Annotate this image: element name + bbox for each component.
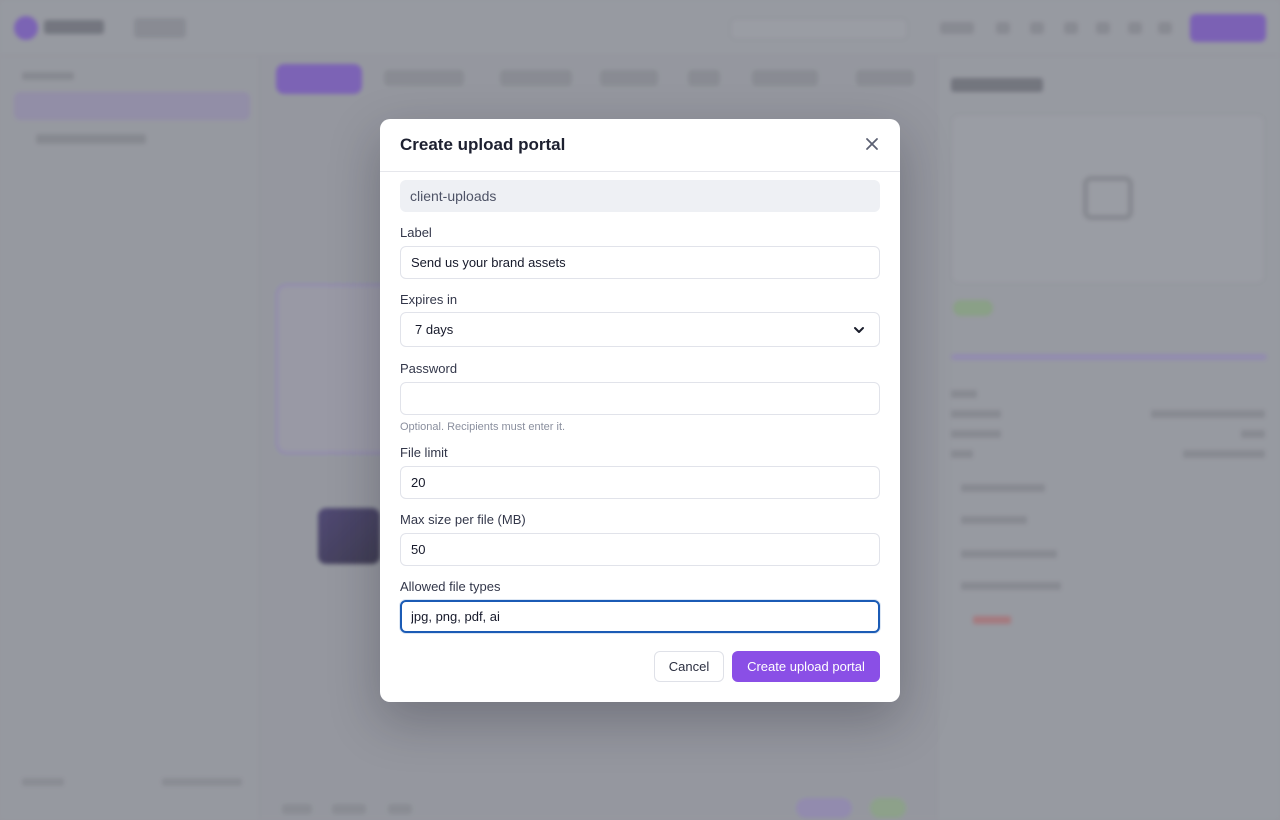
file-limit-label: File limit [400, 445, 448, 460]
max-size-input[interactable] [400, 533, 880, 566]
expires-selected-value: 7 days [415, 322, 454, 337]
label-field-label: Label [400, 225, 432, 240]
cancel-button[interactable]: Cancel [654, 651, 724, 682]
chevron-down-icon [854, 326, 864, 333]
create-upload-portal-dialog: Create upload portal client-uploads Labe… [380, 119, 900, 702]
create-upload-portal-button[interactable]: Create upload portal [732, 651, 880, 682]
close-icon-glyph [866, 138, 878, 150]
folder-name-field: client-uploads [400, 180, 880, 212]
close-icon[interactable] [862, 134, 882, 154]
allowed-types-label: Allowed file types [400, 579, 501, 594]
dialog-header: Create upload portal [380, 119, 900, 172]
password-input[interactable] [400, 382, 880, 415]
expires-select[interactable]: 7 days [400, 312, 880, 347]
expires-label: Expires in [400, 292, 458, 307]
max-size-label: Max size per file (MB) [400, 512, 526, 527]
allowed-types-input[interactable] [400, 600, 880, 633]
file-limit-input[interactable] [400, 466, 880, 499]
label-input[interactable] [400, 246, 880, 279]
password-hint: Optional. Recipients must enter it. [400, 421, 566, 433]
dialog-title: Create upload portal [400, 135, 566, 154]
password-label: Password [400, 361, 458, 376]
